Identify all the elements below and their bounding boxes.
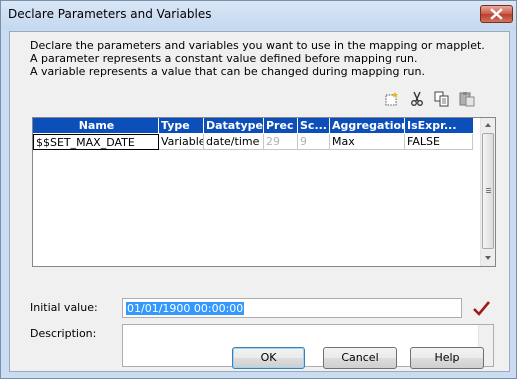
ok-button[interactable]: OK [232,347,305,369]
cancel-button[interactable]: Cancel [323,347,397,369]
parameters-grid[interactable]: Name Type Datatype Prec Sc... Aggregatio… [32,117,496,267]
copy-icon[interactable] [433,91,451,107]
cell-isexpr[interactable]: FALSE [405,134,473,150]
cell-datatype[interactable]: date/time [204,134,264,150]
help-button[interactable]: Help [410,347,484,369]
grip-line [486,188,491,189]
column-header-prec[interactable]: Prec [264,118,298,133]
grid-header: Name Type Datatype Prec Sc... Aggregatio… [33,118,473,133]
title-bar[interactable]: Declare Parameters and Variables [1,1,516,28]
cell-scale: 9 [298,134,330,150]
column-header-aggregation[interactable]: Aggregation [330,118,405,133]
description-label: Description: [30,327,97,340]
column-header-type[interactable]: Type [159,118,204,133]
table-row[interactable]: $$SET_MAX_DATE Variable date/time 29 9 M… [33,134,473,150]
window-title: Declare Parameters and Variables [8,7,212,21]
initial-value-input[interactable]: 01/01/1900 00:00:00 [122,298,462,318]
checkmark-icon[interactable] [471,299,491,317]
intro-line: A parameter represents a constant value … [30,52,418,65]
intro-text: Declare the parameters and variables you… [30,39,485,78]
initial-value-text: 01/01/1900 00:00:00 [126,302,245,315]
grid-scrollbar[interactable] [480,118,495,266]
cell-aggregation[interactable]: Max [330,134,405,150]
new-icon[interactable] [383,91,401,107]
scroll-down-icon[interactable] [481,251,495,265]
grip-line [486,192,491,193]
dialog-window: Declare Parameters and Variables Declare… [0,0,517,379]
initial-value-label: Initial value: [30,301,98,314]
cell-name[interactable]: $$SET_MAX_DATE [33,134,159,150]
cell-prec: 29 [264,134,298,150]
grip-line [486,190,491,191]
dialog-body: Declare the parameters and variables you… [9,31,510,372]
cut-icon[interactable] [408,91,426,107]
intro-line: A variable represents a value that can b… [30,65,425,78]
scrollbar-thumb[interactable] [482,133,494,249]
close-button[interactable] [480,5,513,23]
cell-type[interactable]: Variable [159,134,204,150]
column-header-datatype[interactable]: Datatype [204,118,264,133]
scroll-up-icon[interactable] [481,118,495,132]
close-icon [490,8,503,20]
column-header-isexpr[interactable]: IsExpr... [405,118,473,133]
column-header-scale[interactable]: Sc... [298,118,330,133]
column-header-name[interactable]: Name [33,118,159,133]
intro-line: Declare the parameters and variables you… [30,39,485,52]
paste-icon[interactable] [458,91,476,107]
